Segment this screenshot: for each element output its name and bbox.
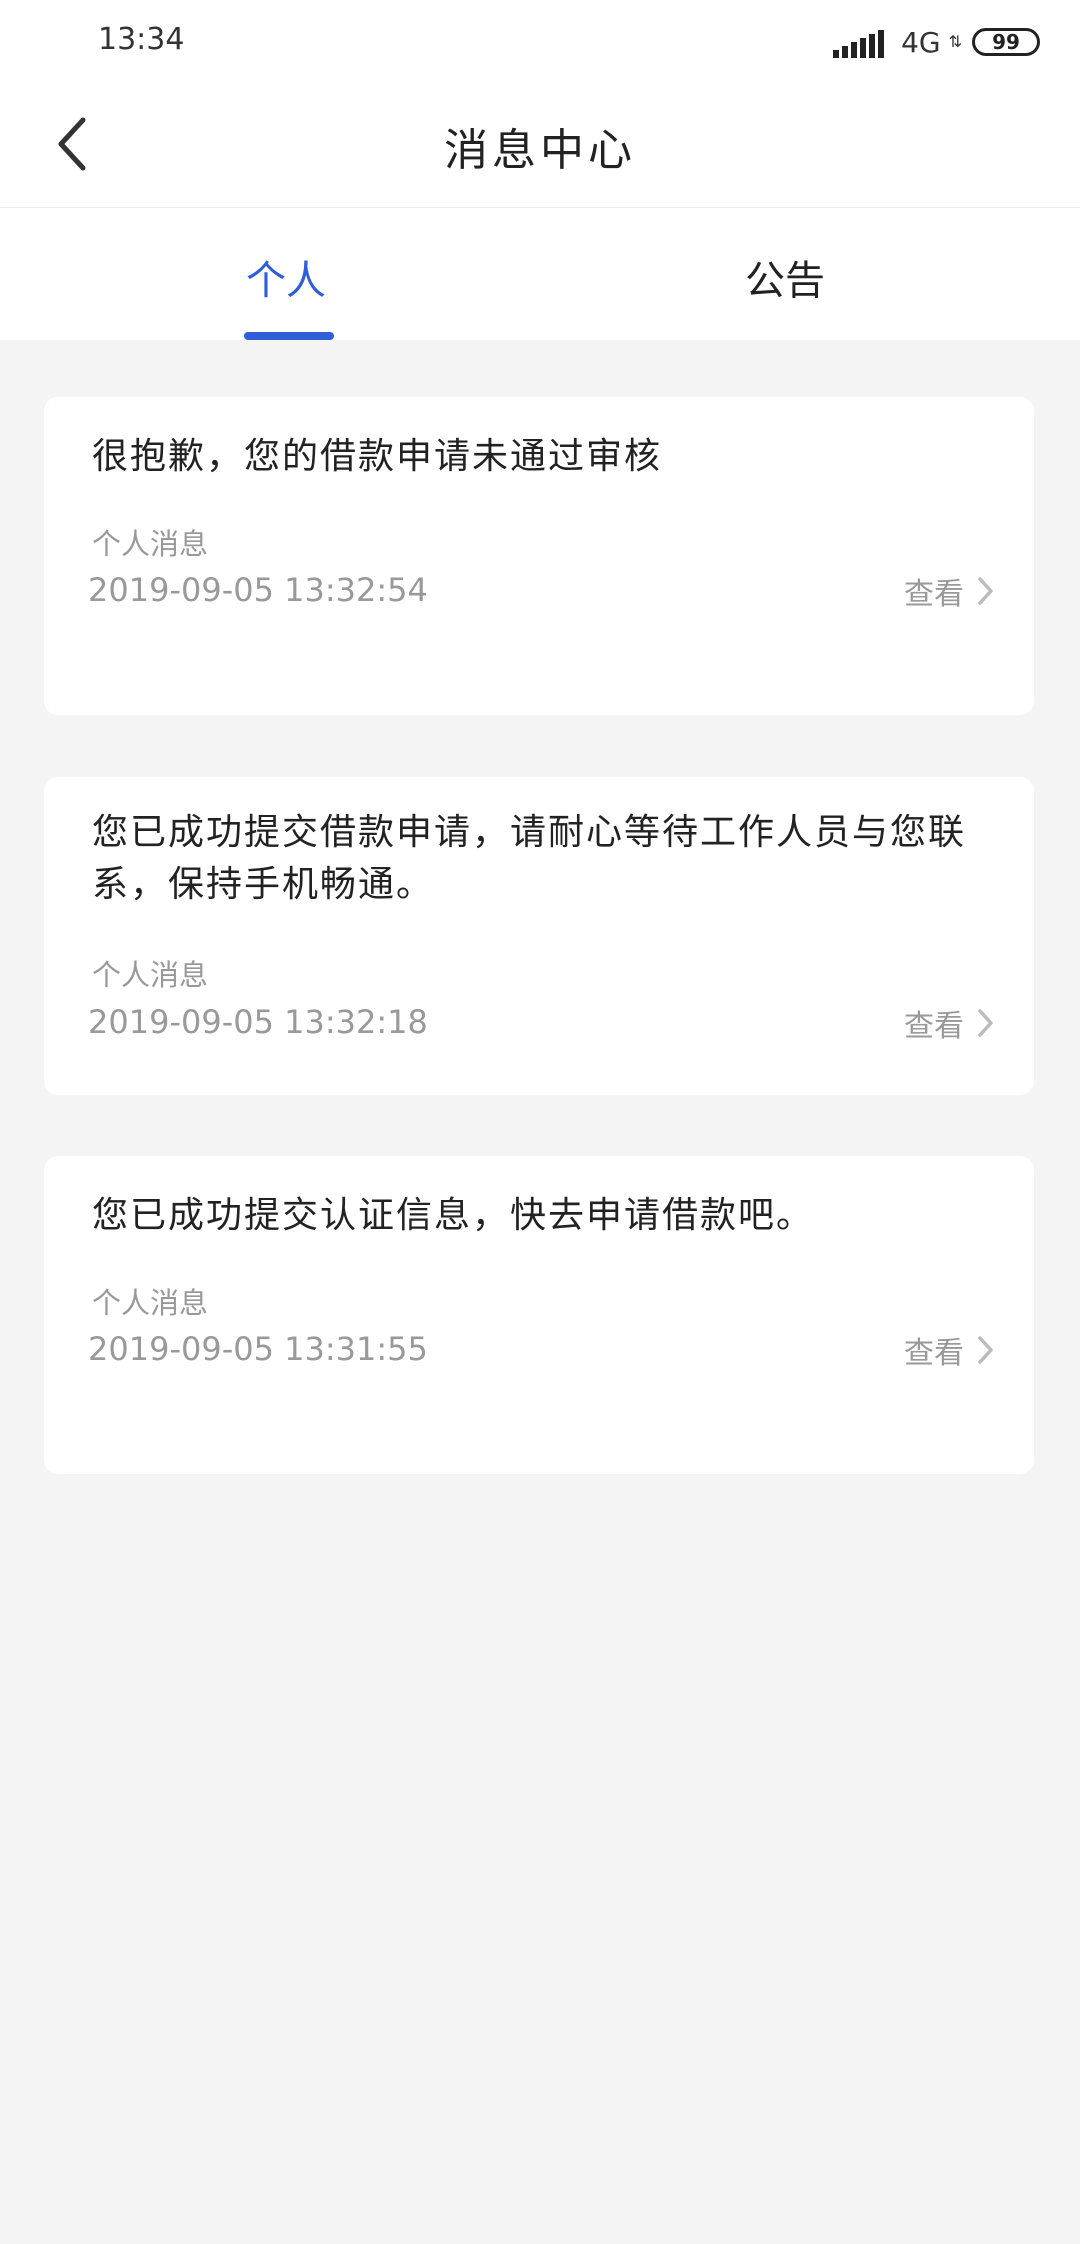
view-button[interactable]: 查看 [904, 1328, 994, 1372]
signal-icon [833, 26, 887, 58]
nav-bar: 消息中心 [0, 84, 1080, 208]
page-title: 消息中心 [444, 125, 636, 176]
data-activity-icon: ⇅ [948, 32, 962, 51]
battery-icon: 99 [972, 28, 1040, 56]
active-tab-indicator [244, 332, 334, 340]
message-card[interactable]: 很抱歉，您的借款申请未通过审核 个人消息 2019-09-05 13:32:54… [44, 397, 1034, 715]
message-category: 个人消息 [92, 527, 209, 561]
chevron-right-icon [978, 1009, 993, 1037]
tab-personal[interactable]: 个人 [246, 248, 326, 306]
tab-announcements[interactable]: 公告 [745, 248, 825, 306]
view-button[interactable]: 查看 [904, 569, 994, 613]
message-time: 2019-09-05 13:31:55 [88, 1330, 428, 1368]
chevron-right-icon [978, 577, 993, 605]
tab-bar: 个人 公告 [0, 208, 1080, 340]
view-button[interactable]: 查看 [904, 1001, 994, 1045]
status-time: 13:34 [98, 22, 185, 57]
view-label: 查看 [904, 1336, 964, 1371]
message-time: 2019-09-05 13:32:54 [88, 571, 428, 609]
message-card[interactable]: 您已成功提交借款申请，请耐心等待工作人员与您联系，保持手机畅通。 个人消息 20… [44, 777, 1034, 1095]
status-bar: 13:34 4G ⇅ 99 [0, 0, 1080, 84]
message-card[interactable]: 您已成功提交认证信息，快去申请借款吧。 个人消息 2019-09-05 13:3… [44, 1156, 1034, 1474]
message-category: 个人消息 [92, 958, 209, 992]
message-title: 您已成功提交借款申请，请耐心等待工作人员与您联系，保持手机畅通。 [92, 812, 967, 905]
message-category: 个人消息 [92, 1286, 209, 1320]
message-time: 2019-09-05 13:32:18 [88, 1003, 428, 1041]
network-type: 4G [901, 25, 941, 59]
chevron-right-icon [978, 1336, 993, 1364]
view-label: 查看 [904, 1009, 964, 1044]
message-title: 您已成功提交认证信息，快去申请借款吧。 [92, 1195, 815, 1236]
message-title: 很抱歉，您的借款申请未通过审核 [92, 436, 663, 477]
battery-level: 99 [992, 30, 1020, 54]
view-label: 查看 [904, 577, 964, 612]
status-indicators: 4G ⇅ 99 [833, 24, 1040, 60]
